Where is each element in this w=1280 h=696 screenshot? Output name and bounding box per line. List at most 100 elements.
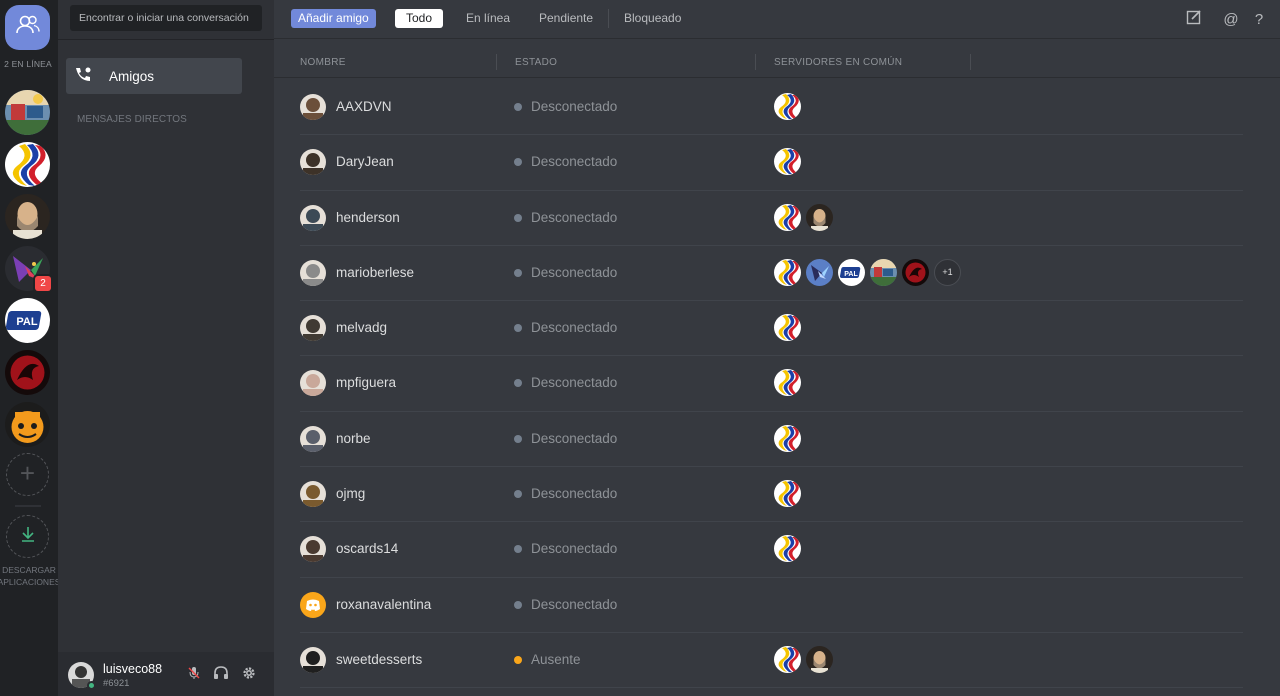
- gear-icon: [242, 666, 256, 685]
- friend-row[interactable]: norbe Desconectado: [300, 412, 1243, 468]
- server-icon-venezuela[interactable]: [774, 203, 801, 231]
- avatar: [300, 204, 326, 231]
- status-indicator: [514, 434, 522, 443]
- friend-name: melvadg: [336, 320, 388, 336]
- online-count: 2 EN LÍNEA: [4, 59, 52, 69]
- server-icon-venezuela[interactable]: [774, 480, 801, 508]
- column-header-servers[interactable]: SERVIDORES EN COMÚN: [774, 57, 902, 68]
- friend-status: Desconectado: [531, 486, 618, 502]
- help-icon: ?: [1254, 10, 1264, 28]
- server-icon-portrait[interactable]: [806, 645, 833, 673]
- new-group-dm-button[interactable]: [1184, 9, 1204, 29]
- friend-status: Desconectado: [531, 320, 618, 336]
- friend-row[interactable]: henderson Desconectado: [300, 191, 1243, 246]
- friend-name: sweetdesserts: [336, 651, 423, 667]
- download-apps-button[interactable]: [6, 515, 49, 558]
- mutual-servers: [774, 480, 806, 508]
- mutual-servers: [774, 645, 838, 674]
- column-divider: [970, 54, 971, 70]
- friend-row[interactable]: DaryJean Desconectado: [300, 135, 1243, 191]
- direct-messages-header: MENSAJES DIRECTOS: [77, 114, 187, 125]
- tab-blocked[interactable]: Bloqueado: [624, 9, 681, 28]
- guild-rail: 2 EN LÍNEA 2 PAL + DESCARGAR APLICACIONE…: [0, 0, 60, 696]
- server-icon-pal[interactable]: PAL: [838, 258, 865, 286]
- help-button[interactable]: ?: [1249, 9, 1269, 29]
- friend-row[interactable]: roxanavalentina Desconectado: [300, 578, 1243, 633]
- friend-status: Desconectado: [531, 209, 618, 225]
- mentions-button[interactable]: @: [1221, 9, 1241, 29]
- friend-name: roxanavalentina: [336, 596, 432, 612]
- status-indicator: [514, 268, 522, 277]
- server-icon-venezuela[interactable]: [774, 369, 801, 397]
- server-icon-colorful[interactable]: [5, 90, 50, 135]
- friend-row[interactable]: mpfiguera Desconectado: [300, 356, 1243, 412]
- sidebar-item-friends[interactable]: Amigos: [66, 58, 242, 94]
- friends-list: AAXDVN Desconectado DaryJean Desconectado he…: [300, 80, 1243, 689]
- friend-status: Desconectado: [531, 154, 618, 170]
- server-icon-red-dragon[interactable]: [5, 350, 50, 395]
- friend-row[interactable]: oscards14 Desconectado: [300, 522, 1243, 578]
- avatar: [300, 481, 326, 508]
- avatar: [300, 591, 326, 618]
- more-servers-badge[interactable]: +1: [934, 258, 961, 286]
- user-settings-button[interactable]: [240, 666, 258, 684]
- friend-name: AAXDVN: [336, 99, 392, 114]
- tab-pending[interactable]: Pendiente: [539, 9, 593, 28]
- friend-row[interactable]: ojmg Desconectado: [300, 467, 1243, 523]
- server-icon-venezuela[interactable]: [774, 645, 801, 673]
- server-icon-venezuela[interactable]: [774, 535, 801, 563]
- friend-row[interactable]: melvadg Desconectado: [300, 301, 1243, 357]
- avatar: [300, 425, 326, 452]
- friend-status: Ausente: [531, 651, 581, 667]
- server-icon-portrait[interactable]: [5, 194, 50, 239]
- add-server-button[interactable]: +: [6, 453, 49, 496]
- server-icon-red-dragon[interactable]: [902, 258, 929, 286]
- server-icon-venezuela[interactable]: [774, 258, 801, 286]
- server-icon-venezuela[interactable]: [774, 93, 801, 120]
- user-panel: luisveco88 #6921: [58, 652, 274, 696]
- home-button[interactable]: [5, 5, 50, 50]
- column-header-status[interactable]: ESTADO: [515, 57, 557, 68]
- app: 2 EN LÍNEA 2 PAL + DESCARGAR APLICACIONE…: [0, 0, 1280, 696]
- add-friend-button[interactable]: Añadir amigo: [291, 9, 376, 28]
- column-header-name[interactable]: NOMBRE: [300, 57, 346, 68]
- server-icon-yoyu[interactable]: [5, 402, 50, 447]
- at-sign-icon: @: [1223, 10, 1239, 28]
- friend-status: Desconectado: [531, 596, 618, 612]
- server-icon-venezuela[interactable]: [774, 314, 801, 342]
- column-divider: [496, 54, 497, 70]
- friend-row[interactable]: AAXDVN Desconectado: [300, 80, 1243, 136]
- server-icon-bird[interactable]: [806, 258, 833, 286]
- server-icon-venezuela[interactable]: [5, 142, 50, 187]
- friend-status: Desconectado: [531, 375, 618, 391]
- friend-row[interactable]: marioberlese Desconectado PAL +1: [300, 246, 1243, 302]
- avatar: [300, 94, 326, 120]
- mutual-servers: [774, 203, 838, 232]
- status-indicator: [514, 490, 522, 499]
- server-icon-pal[interactable]: PAL: [5, 298, 50, 343]
- search-input[interactable]: Encontrar o iniciar una conversación: [70, 5, 262, 31]
- microphone-muted-icon: [187, 666, 201, 685]
- server-icon-venezuela[interactable]: [774, 424, 801, 452]
- avatar: [300, 646, 326, 673]
- server-icon-colorful[interactable]: [870, 258, 897, 286]
- download-apps-label: DESCARGAR APLICACIONES: [0, 565, 61, 587]
- sidebar-item-label: Amigos: [109, 68, 155, 84]
- tab-online[interactable]: En línea: [466, 9, 510, 28]
- avatar: [300, 149, 326, 176]
- mute-button[interactable]: [185, 666, 203, 684]
- friend-name: oscards14: [336, 541, 399, 557]
- friend-name: mpfiguera: [336, 375, 397, 391]
- friend-status: Desconectado: [531, 430, 618, 446]
- friend-row[interactable]: sweetdesserts Ausente: [300, 633, 1243, 689]
- server-icon-portrait[interactable]: [806, 203, 833, 231]
- username: luisveco88: [103, 662, 163, 676]
- friends-icon: [15, 12, 41, 43]
- deafen-button[interactable]: [212, 665, 230, 684]
- server-icon-venezuela[interactable]: [774, 148, 801, 176]
- friend-name: ojmg: [336, 486, 366, 502]
- tab-all[interactable]: Todo: [395, 9, 444, 28]
- mutual-servers: [774, 424, 806, 453]
- avatar: [300, 370, 326, 397]
- status-indicator: [514, 213, 522, 222]
